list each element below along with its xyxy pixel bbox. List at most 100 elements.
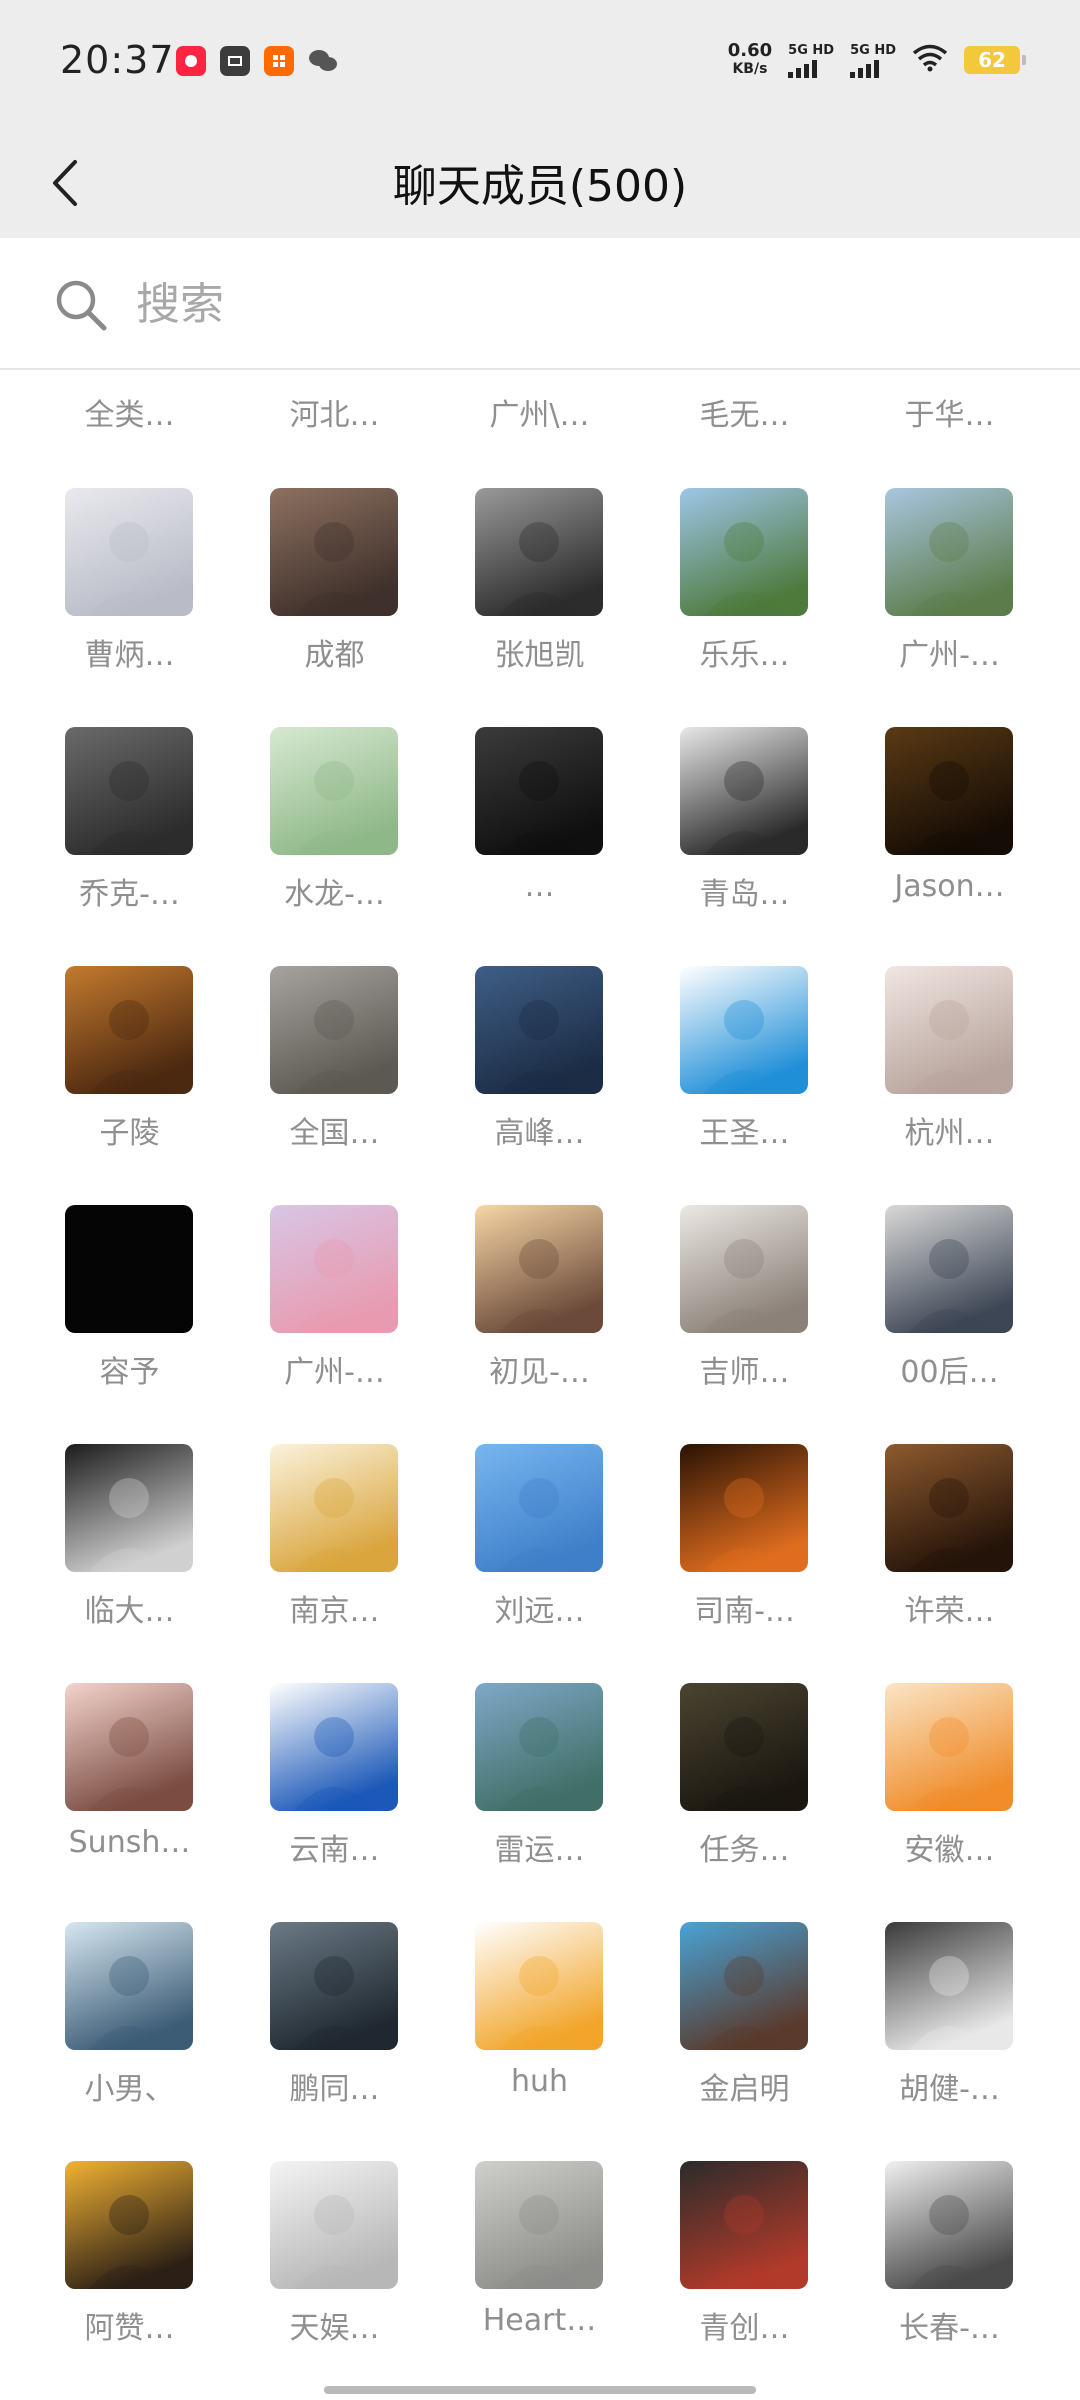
member-name: 临大… bbox=[84, 1594, 175, 1629]
member-name[interactable]: 河北… bbox=[232, 390, 437, 434]
member-avatar[interactable] bbox=[270, 1205, 398, 1333]
member-name: 青岛… bbox=[699, 877, 790, 912]
member-avatar[interactable] bbox=[65, 1683, 193, 1811]
member-name: 长春-… bbox=[899, 2311, 1000, 2346]
member-name: 高峰… bbox=[494, 1116, 585, 1151]
member-name: 张旭凯 bbox=[494, 638, 585, 673]
status-bar: 20:37 0.60 KB/s 5G HD 5G HD 62 bbox=[0, 0, 1080, 128]
member-name: huh bbox=[510, 2064, 569, 2099]
member-name: 任务… bbox=[699, 1833, 790, 1868]
member-name: 许荣… bbox=[904, 1594, 995, 1629]
member-avatar[interactable] bbox=[475, 2161, 603, 2289]
member-name: 乐乐… bbox=[699, 638, 790, 673]
member-avatar[interactable] bbox=[475, 1922, 603, 2050]
member-avatar[interactable] bbox=[475, 1444, 603, 1572]
member-name: 初见-… bbox=[489, 1355, 590, 1390]
member-avatar[interactable] bbox=[270, 727, 398, 855]
search-icon bbox=[56, 280, 107, 331]
member-avatar[interactable] bbox=[65, 1922, 193, 2050]
member-avatar[interactable] bbox=[270, 1444, 398, 1572]
member-name: 杭州… bbox=[904, 1116, 995, 1151]
member-name: 王圣… bbox=[699, 1116, 790, 1151]
member-name: 广州-… bbox=[899, 638, 1000, 673]
member-avatar[interactable] bbox=[270, 1683, 398, 1811]
member-name: 雷运… bbox=[494, 1833, 585, 1868]
member-avatar[interactable] bbox=[65, 1444, 193, 1572]
member-avatar[interactable] bbox=[885, 1205, 1013, 1333]
sim2-signal-icon: 5G HD bbox=[850, 43, 896, 78]
member-name: 阿赞… bbox=[84, 2311, 175, 2346]
member-name: 吉师… bbox=[699, 1355, 790, 1390]
member-avatar[interactable] bbox=[270, 1922, 398, 2050]
sim1-signal-icon: 5G HD bbox=[788, 43, 834, 78]
member-name: 司南-… bbox=[694, 1594, 795, 1629]
member-avatar[interactable] bbox=[885, 966, 1013, 1094]
member-avatar[interactable] bbox=[680, 1683, 808, 1811]
member-name: 金启明 bbox=[699, 2072, 790, 2107]
search-input[interactable] bbox=[136, 266, 1016, 342]
member-avatar[interactable] bbox=[885, 727, 1013, 855]
member-avatar[interactable] bbox=[680, 1922, 808, 2050]
member-name: 曹炳… bbox=[84, 638, 175, 673]
member-row-partial: 全类… 河北… 广州\… 毛无… 于华… bbox=[0, 390, 1080, 436]
member-avatar[interactable] bbox=[680, 727, 808, 855]
wifi-icon bbox=[912, 44, 948, 76]
member-name[interactable]: 全类… bbox=[27, 390, 232, 434]
member-avatar[interactable] bbox=[680, 2161, 808, 2289]
member-avatar[interactable] bbox=[270, 488, 398, 616]
member-name: 鹏同… bbox=[289, 2072, 380, 2107]
member-name[interactable]: 于华… bbox=[847, 390, 1052, 434]
member-avatar[interactable] bbox=[680, 488, 808, 616]
member-name[interactable]: 广州\… bbox=[437, 390, 642, 434]
member-avatar[interactable] bbox=[270, 2161, 398, 2289]
member-name: 水龙-… bbox=[284, 877, 385, 912]
member-avatar[interactable] bbox=[885, 1683, 1013, 1811]
member-name: 全国… bbox=[289, 1116, 380, 1151]
search-bar bbox=[0, 238, 1080, 370]
member-name: 成都 bbox=[304, 638, 365, 673]
member-name: 乔克-… bbox=[79, 877, 180, 912]
member-avatar[interactable] bbox=[885, 1922, 1013, 2050]
wechat-icon bbox=[308, 46, 338, 76]
member-name: 青创… bbox=[699, 2311, 790, 2346]
member-avatar[interactable] bbox=[475, 488, 603, 616]
member-avatar[interactable] bbox=[270, 966, 398, 1094]
member-avatar[interactable] bbox=[65, 966, 193, 1094]
member-name[interactable]: 毛无… bbox=[642, 390, 847, 434]
member-avatar[interactable] bbox=[475, 1205, 603, 1333]
member-avatar[interactable] bbox=[65, 488, 193, 616]
member-avatar[interactable] bbox=[65, 1205, 193, 1333]
member-avatar[interactable] bbox=[65, 727, 193, 855]
nav-header: 聊天成员(500) bbox=[0, 128, 1080, 238]
member-avatar[interactable] bbox=[475, 966, 603, 1094]
member-avatar[interactable] bbox=[475, 1683, 603, 1811]
member-name: … bbox=[524, 869, 555, 904]
member-name: 容予 bbox=[99, 1355, 160, 1390]
member-avatar[interactable] bbox=[885, 2161, 1013, 2289]
member-name: 子陵 bbox=[99, 1116, 160, 1151]
member-avatar[interactable] bbox=[680, 1205, 808, 1333]
member-name: 南京… bbox=[289, 1594, 380, 1629]
member-avatar[interactable] bbox=[885, 488, 1013, 616]
member-avatar[interactable] bbox=[475, 727, 603, 855]
status-right: 0.60 KB/s 5G HD 5G HD 62 bbox=[728, 42, 1026, 78]
xiaohongshu-icon bbox=[176, 46, 206, 76]
member-name: 安徽… bbox=[904, 1833, 995, 1868]
status-time: 20:37 bbox=[60, 38, 175, 82]
member-name: 刘远… bbox=[494, 1594, 585, 1629]
member-avatar[interactable] bbox=[680, 966, 808, 1094]
member-name: 广州-… bbox=[284, 1355, 385, 1390]
member-name: 00后… bbox=[900, 1355, 999, 1390]
member-avatar[interactable] bbox=[65, 2161, 193, 2289]
member-name: Sunsh… bbox=[68, 1825, 191, 1860]
member-name: Heart… bbox=[482, 2303, 597, 2338]
member-name: 小男、 bbox=[84, 2072, 175, 2107]
member-avatar[interactable] bbox=[885, 1444, 1013, 1572]
member-avatar[interactable] bbox=[680, 1444, 808, 1572]
message-icon bbox=[220, 46, 250, 76]
notification-icons bbox=[176, 46, 338, 76]
member-name: 天娱… bbox=[289, 2311, 380, 2346]
home-indicator[interactable] bbox=[324, 2386, 756, 2394]
member-name: Jason… bbox=[894, 869, 1005, 904]
page-title: 聊天成员(500) bbox=[392, 161, 688, 212]
